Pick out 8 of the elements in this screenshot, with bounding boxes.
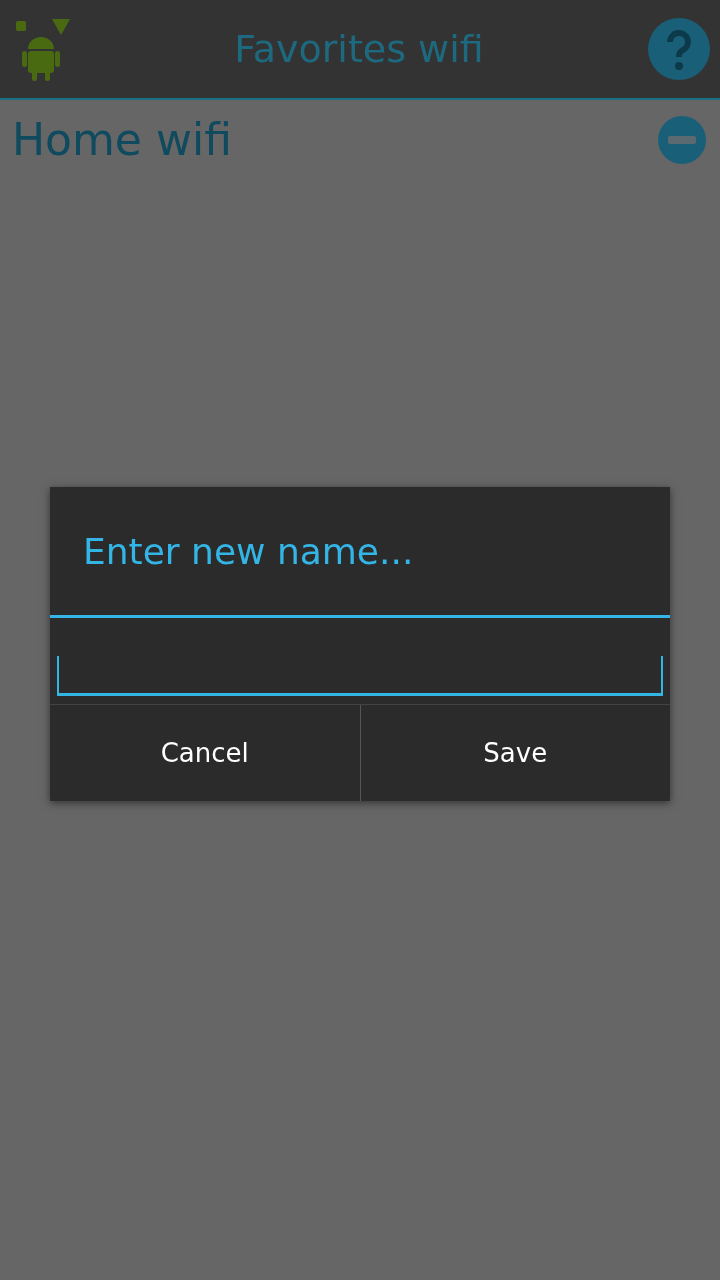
android-wifi-logo-icon [14,17,70,81]
dialog-button[interactable]: Save [359,705,670,801]
dialog-button[interactable]: Cancel [50,705,360,801]
help-icon[interactable] [648,18,710,80]
app-title: Favorites wifi [234,27,484,71]
remove-icon[interactable] [658,115,706,164]
name-input-field[interactable] [57,656,663,696]
dialog-title: Enter new name... [83,530,414,572]
